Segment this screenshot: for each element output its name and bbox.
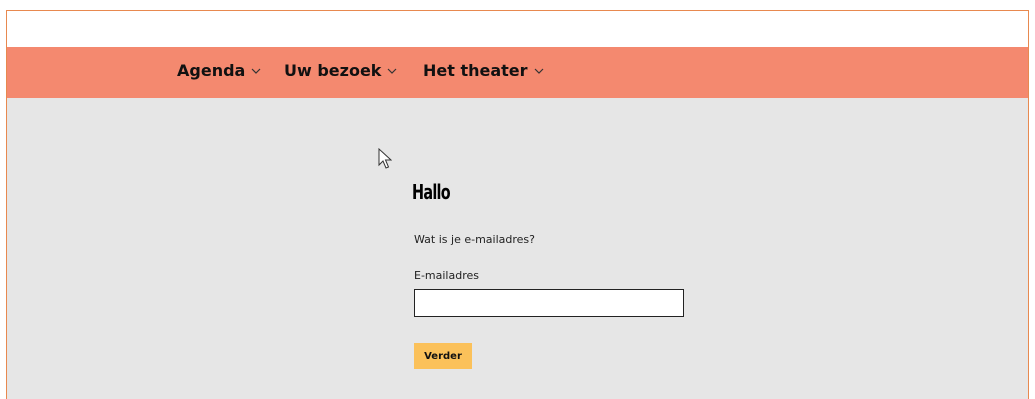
login-content: Hallo Wat is je e-mailadres? E-mailadres… [7, 98, 1028, 398]
email-field[interactable] [414, 289, 684, 317]
chevron-down-icon [387, 67, 397, 75]
nav-item-uw-bezoek[interactable]: Uw bezoek [284, 61, 397, 80]
chevron-down-icon [534, 67, 544, 75]
nav-item-label: Het theater [423, 61, 528, 80]
next-button[interactable]: Verder [414, 343, 472, 369]
browser-frame: Agenda Uw bezoek Het theater Hallo Wat i… [6, 10, 1029, 399]
nav-item-label: Agenda [177, 61, 246, 80]
nav-item-het-theater[interactable]: Het theater [423, 61, 544, 80]
chevron-down-icon [251, 67, 261, 75]
nav-item-label: Uw bezoek [284, 61, 382, 80]
email-label: E-mailadres [414, 269, 479, 282]
nav-item-agenda[interactable]: Agenda [177, 61, 261, 80]
mouse-pointer-icon [378, 147, 393, 170]
top-bar [7, 11, 1028, 47]
email-question: Wat is je e-mailadres? [414, 233, 535, 246]
page-title: Hallo [412, 180, 451, 204]
main-navigation: Agenda Uw bezoek Het theater [7, 47, 1028, 98]
